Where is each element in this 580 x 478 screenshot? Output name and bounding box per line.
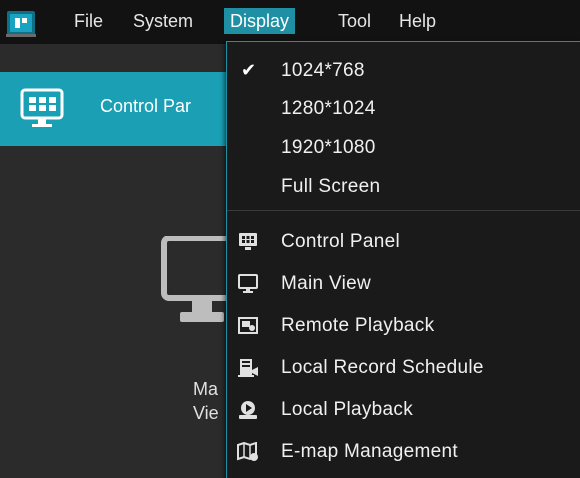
monitor-icon	[238, 274, 258, 293]
record-schedule-icon	[238, 359, 258, 377]
menu-item-local-record-schedule[interactable]: Local Record Schedule	[227, 351, 580, 385]
menu-item-label: 1024*768	[281, 60, 365, 81]
menu-item-remote-playback[interactable]: Remote Playback	[227, 309, 580, 343]
menu-help[interactable]: Help	[393, 8, 442, 34]
remote-playback-icon	[238, 317, 258, 334]
menu-item-label: Local Record Schedule	[281, 357, 484, 378]
menu-item-label: Local Playback	[281, 399, 413, 420]
app-window: File System Display Tool Help Control Pa…	[0, 0, 580, 478]
control-panel-tab[interactable]: Control Par	[0, 72, 240, 146]
menu-item-full-screen[interactable]: Full Screen	[227, 170, 580, 204]
menu-tool[interactable]: Tool	[332, 8, 377, 34]
menu-item-label: 1280*1024	[281, 98, 376, 119]
menu-separator	[227, 210, 580, 211]
control-panel-label: Control Par	[100, 96, 192, 116]
checkmark-icon: ✔	[241, 60, 257, 80]
menu-item-main-view[interactable]: Main View	[227, 267, 580, 301]
menu-item-label: Main View	[281, 273, 371, 294]
menu-item-1920x1080[interactable]: 1920*1080	[227, 131, 580, 165]
main-view-label-line2: Vie	[193, 403, 219, 423]
control-panel-icon	[20, 88, 64, 127]
menu-item-label: Full Screen	[281, 176, 381, 197]
display-dropdown-menu: ✔ 1024*768 1280*1024 1920*1080 Full Scre…	[226, 41, 580, 478]
menu-item-1024x768[interactable]: ✔ 1024*768	[227, 54, 580, 88]
menu-bar: File System Display Tool Help	[0, 0, 580, 44]
menu-item-label: Control Panel	[281, 231, 401, 252]
menu-item-local-playback[interactable]: Local Playback	[227, 393, 580, 427]
app-logo-icon	[6, 11, 36, 37]
control-panel-icon	[239, 233, 257, 250]
menu-item-control-panel[interactable]: Control Panel	[227, 225, 580, 259]
menu-item-emap-management[interactable]: E-map Management	[227, 435, 580, 469]
local-playback-icon	[239, 401, 257, 419]
menu-item-label: 1920*1080	[281, 137, 376, 158]
menu-display[interactable]: Display	[224, 8, 296, 34]
emap-icon	[237, 442, 258, 461]
menu-file[interactable]: File	[68, 8, 109, 34]
main-view-label-line1: Ma	[193, 379, 219, 399]
menu-system[interactable]: System	[127, 8, 199, 34]
menu-item-label: E-map Management	[281, 441, 458, 462]
menu-item-label: Remote Playback	[281, 315, 435, 336]
menu-item-1280x1024[interactable]: 1280*1024	[227, 92, 580, 126]
